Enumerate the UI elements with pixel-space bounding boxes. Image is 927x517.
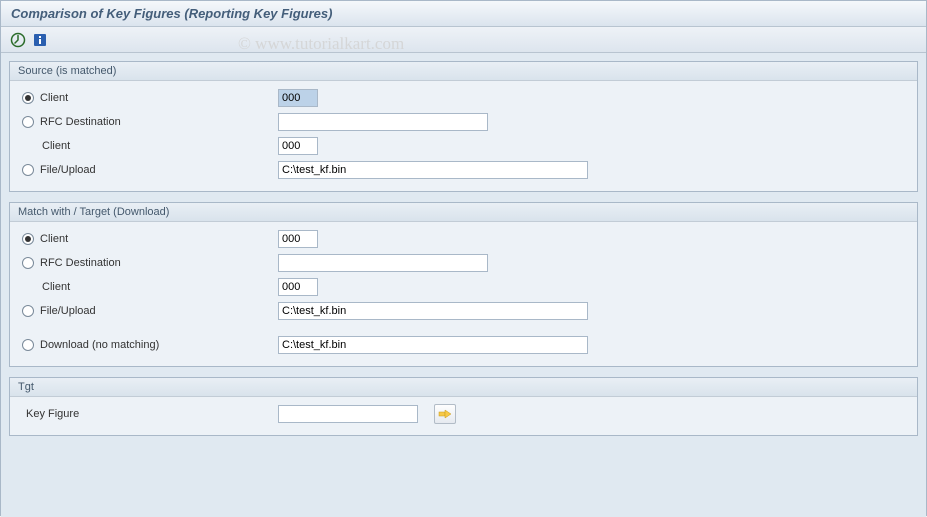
- toolbar: [1, 27, 926, 53]
- source-rfc-row: RFC Destination: [18, 111, 909, 133]
- target-file-radio[interactable]: [22, 305, 34, 317]
- target-group: Match with / Target (Download) Client RF…: [9, 202, 918, 367]
- target-rfc-radio[interactable]: [22, 257, 34, 269]
- target-rfc-client-input[interactable]: [278, 278, 318, 296]
- source-client-inputcol: [278, 89, 318, 107]
- source-rfc-client-inputcol: [278, 137, 318, 155]
- source-rfc-label: RFC Destination: [40, 116, 121, 128]
- target-download-inputcol: [278, 336, 588, 354]
- source-file-row: File/Upload: [18, 159, 909, 181]
- target-file-row: File/Upload: [18, 300, 909, 322]
- target-rfc-inputcol: [278, 254, 488, 272]
- page-title: Comparison of Key Figures (Reporting Key…: [11, 6, 332, 21]
- target-rfc-label: RFC Destination: [40, 257, 121, 269]
- target-client-labelcol: Client: [18, 233, 278, 245]
- target-client-radio[interactable]: [22, 233, 34, 245]
- source-group: Source (is matched) Client RFC Destinati…: [9, 61, 918, 192]
- target-rfc-row: RFC Destination: [18, 252, 909, 274]
- arrow-right-icon: [438, 408, 452, 420]
- tgt-group-body: Key Figure: [10, 397, 917, 435]
- target-rfc-client-inputcol: [278, 278, 318, 296]
- target-rfc-client-labelcol: Client: [18, 281, 278, 293]
- source-file-label: File/Upload: [40, 164, 96, 176]
- source-rfc-client-labelcol: Client: [18, 140, 278, 152]
- keyfigure-inputcol: [278, 404, 456, 424]
- content-area: Source (is matched) Client RFC Destinati…: [1, 53, 926, 517]
- source-group-title: Source (is matched): [10, 62, 917, 81]
- source-client-input[interactable]: [278, 89, 318, 107]
- info-icon[interactable]: [31, 31, 49, 49]
- target-download-row: Download (no matching): [18, 334, 909, 356]
- source-file-inputcol: [278, 161, 588, 179]
- target-download-labelcol: Download (no matching): [18, 339, 278, 351]
- target-group-title: Match with / Target (Download): [10, 203, 917, 222]
- target-rfc-client-row: Client: [18, 276, 909, 298]
- target-client-row: Client: [18, 228, 909, 250]
- target-download-label: Download (no matching): [40, 339, 159, 351]
- source-client-radio[interactable]: [22, 92, 34, 104]
- target-download-input[interactable]: [278, 336, 588, 354]
- source-file-radio[interactable]: [22, 164, 34, 176]
- keyfigure-input[interactable]: [278, 405, 418, 423]
- source-client-label: Client: [40, 92, 68, 104]
- target-rfc-input[interactable]: [278, 254, 488, 272]
- sap-window: © www.tutorialkart.com Comparison of Key…: [0, 0, 927, 516]
- tgt-group-title: Tgt: [10, 378, 917, 397]
- target-rfc-client-label: Client: [42, 281, 70, 293]
- target-file-label: File/Upload: [40, 305, 96, 317]
- keyfigure-lookup-button[interactable]: [434, 404, 456, 424]
- source-client-row: Client: [18, 87, 909, 109]
- target-group-body: Client RFC Destination: [10, 222, 917, 366]
- target-rfc-labelcol: RFC Destination: [18, 257, 278, 269]
- source-rfc-client-row: Client: [18, 135, 909, 157]
- tgt-group: Tgt Key Figure: [9, 377, 918, 436]
- source-group-body: Client RFC Destination: [10, 81, 917, 191]
- keyfigure-labelcol: Key Figure: [18, 408, 278, 420]
- source-rfc-input[interactable]: [278, 113, 488, 131]
- target-download-radio[interactable]: [22, 339, 34, 351]
- source-file-labelcol: File/Upload: [18, 164, 278, 176]
- target-file-inputcol: [278, 302, 588, 320]
- source-rfc-inputcol: [278, 113, 488, 131]
- source-rfc-radio[interactable]: [22, 116, 34, 128]
- execute-icon[interactable]: [9, 31, 27, 49]
- source-client-labelcol: Client: [18, 92, 278, 104]
- target-client-inputcol: [278, 230, 318, 248]
- title-bar: Comparison of Key Figures (Reporting Key…: [1, 1, 926, 27]
- source-rfc-client-input[interactable]: [278, 137, 318, 155]
- source-file-input[interactable]: [278, 161, 588, 179]
- target-file-labelcol: File/Upload: [18, 305, 278, 317]
- source-rfc-client-label: Client: [42, 140, 70, 152]
- keyfigure-label: Key Figure: [26, 408, 79, 420]
- target-client-label: Client: [40, 233, 68, 245]
- target-file-input[interactable]: [278, 302, 588, 320]
- target-client-input[interactable]: [278, 230, 318, 248]
- source-rfc-labelcol: RFC Destination: [18, 116, 278, 128]
- keyfigure-row: Key Figure: [18, 403, 909, 425]
